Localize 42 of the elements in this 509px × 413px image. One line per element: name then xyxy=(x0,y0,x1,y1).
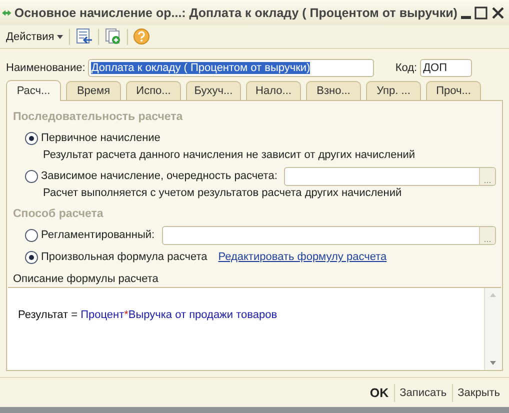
formula-label: Описание формулы расчета xyxy=(13,273,160,287)
option-description: Результат расчета данного начисления не зависит от других начислений xyxy=(43,148,416,163)
option-label: Регламентированный: xyxy=(41,229,155,241)
code-field[interactable]: ДОП xyxy=(420,59,472,77)
name-label: Наименование: xyxy=(6,62,86,74)
tab[interactable]: Расч... xyxy=(6,80,61,101)
radio-button[interactable] xyxy=(25,170,38,182)
option-description: Расчет выполняется с учетом результатов расчета других начислений xyxy=(43,186,403,201)
radio-button[interactable] xyxy=(25,132,38,144)
minimize-icon xyxy=(460,16,471,18)
code-label: Код: xyxy=(395,62,418,74)
tab[interactable]: Бухуч... xyxy=(186,81,241,100)
tab[interactable]: Проч... xyxy=(426,81,481,100)
edit-formula-link[interactable]: Редактировать формулу расчета xyxy=(218,251,387,263)
tab[interactable]: Нало... xyxy=(246,81,301,100)
maximize-button[interactable] xyxy=(474,4,488,22)
option-label: Зависимое начисление, очередность расчета: xyxy=(41,170,278,182)
section-heading: Последовательность расчета xyxy=(13,111,184,125)
formula-text-area[interactable]: Результат = Процент*Выручка от продажи товаров xyxy=(8,287,501,370)
app-icon xyxy=(2,8,12,18)
ok-button[interactable]: OK xyxy=(364,384,394,402)
name-field[interactable]: Доплата к окладу ( Процентом от выручки) xyxy=(88,59,374,77)
caret-icon xyxy=(57,34,64,38)
scrollbar[interactable] xyxy=(484,288,501,370)
help-button[interactable] xyxy=(132,27,152,46)
option-label: Произвольная формула расчета xyxy=(41,251,208,263)
footer-button[interactable]: Закрыть xyxy=(452,384,505,400)
actions-menu[interactable]: Действия xyxy=(4,30,66,42)
tab[interactable]: Взно... xyxy=(306,81,361,100)
tab[interactable]: Испо... xyxy=(126,81,181,100)
section-heading: Способ расчета xyxy=(13,208,104,222)
window-title: Основное начисление ор...: Доплата к окладу ( Процентом от выручки) xyxy=(14,6,458,20)
formula-text: Результат = Процент*Выручка от продажи товаров xyxy=(17,308,278,323)
list-toolbar-button[interactable] xyxy=(74,27,94,46)
close-icon xyxy=(491,6,505,20)
tab[interactable]: Время xyxy=(66,81,121,100)
radio-button[interactable] xyxy=(25,228,38,242)
maximize-icon xyxy=(474,6,488,20)
tab[interactable]: Упр. ... xyxy=(366,81,421,100)
footer-button[interactable]: Записать xyxy=(394,384,452,400)
option-label: Первичное начисление xyxy=(41,132,160,144)
radio-button[interactable] xyxy=(25,250,38,264)
